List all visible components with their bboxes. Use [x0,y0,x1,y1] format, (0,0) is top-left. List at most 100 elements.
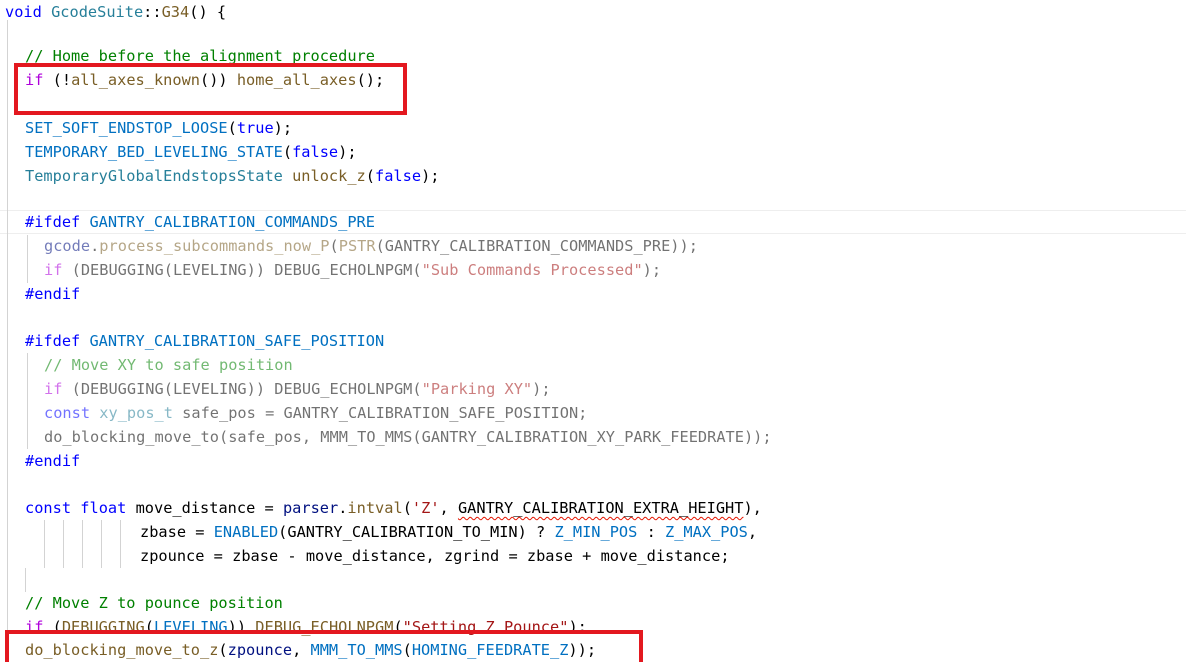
code-token: ( [227,119,237,137]
code-token: SET_SOFT_ENDSTOP_LOOSE [25,119,228,137]
code-token: #ifdef [25,332,90,350]
code-token: const [25,499,72,517]
code-token: ( [365,167,375,185]
code-string: "Parking XY" [421,380,533,398]
code-token: = [499,547,527,565]
code-token: ( [62,261,81,279]
code-token: GcodeSuite [51,3,144,21]
code-token: GANTRY_CALIBRATION_COMMANDS_PRE [89,213,375,231]
code-token: (GANTRY_CALIBRATION_COMMANDS_PRE)); [375,237,698,255]
code-line[interactable]: SET_SOFT_ENDSTOP_LOOSE(true); [25,116,292,140]
code-token: ( [412,261,422,279]
indent-guide [63,520,64,568]
code-token: float [80,499,127,517]
code-token: false [375,167,422,185]
code-token: ENABLED [213,523,279,541]
code-token: false [292,143,339,161]
code-token: move_distance [135,499,256,517]
code-line[interactable]: #ifdef GANTRY_CALIBRATION_COMMANDS_PRE [25,210,375,234]
code-token: :: [143,3,162,21]
code-token: ; [720,547,730,565]
indent-guide [27,235,28,283]
code-token: Z_MIN_POS [554,523,638,541]
code-line[interactable]: #endif [25,449,80,473]
code-token: move_distance [600,547,721,565]
code-token: DEBUG_ECHOLNPGM [274,380,413,398]
code-token: ); [532,380,551,398]
code-string: "Sub Commands Processed" [421,261,643,279]
code-token: , [747,523,758,541]
code-line[interactable]: do_blocking_move_to(safe_pos, MMM_TO_MMS… [44,425,772,449]
indent-guide [82,520,83,568]
code-line[interactable]: const xy_pos_t safe_pos = GANTRY_CALIBRA… [44,401,587,425]
code-comment: // Move XY to safe position [44,356,293,374]
code-token: (GANTRY_CALIBRATION_XY_PARK_FEEDRATE)); [412,428,772,446]
code-editor[interactable]: void GcodeSuite::G34() { // Home before … [0,0,1186,662]
code-token: = [204,547,233,565]
code-token: const [44,404,91,422]
code-token: #endif [25,285,81,303]
code-token: . [90,237,100,255]
code-line[interactable]: if (DEBUGGING(LEVELING)) DEBUG_ECHOLNPGM… [44,377,551,401]
code-token: DEBUGGING [80,380,164,398]
code-token: , [439,499,458,517]
code-token: gcode [44,237,91,255]
code-line[interactable]: const float move_distance = parser.intva… [25,496,762,520]
code-line[interactable]: TemporaryGlobalEndstopsState unlock_z(fa… [25,164,439,188]
code-token: ); [421,167,440,185]
code-token: (safe_pos, [218,428,321,446]
code-token: void [5,3,52,21]
code-line[interactable]: zbase = ENABLED(GANTRY_CALIBRATION_TO_MI… [140,520,757,544]
code-token: TemporaryGlobalEndstopsState [25,167,283,185]
code-token: = [255,499,283,517]
code-token: true [236,119,274,137]
code-token: (GANTRY_CALIBRATION_TO_MIN) ? [278,523,555,541]
code-token: ( [62,380,81,398]
code-line[interactable]: zpounce = zbase - move_distance, zgrind … [140,544,730,568]
code-token: ( [402,499,412,517]
code-token: = [186,523,214,541]
code-line[interactable]: void GcodeSuite::G34() { [5,0,226,24]
code-token: parser [282,499,339,517]
code-token: () { [189,3,227,21]
code-line[interactable]: #endif [25,282,80,306]
code-token: unlock_z [292,167,366,185]
code-line[interactable]: #ifdef GANTRY_CALIBRATION_SAFE_POSITION [25,329,384,353]
code-token: move_distance [305,547,426,565]
code-token: ), [743,499,762,517]
code-token: if [44,261,63,279]
code-token: ); [338,143,357,161]
code-line[interactable]: TEMPORARY_BED_LEVELING_STATE(false); [25,140,357,164]
code-token-error[interactable]: GANTRY_CALIBRATION_EXTRA_HEIGHT [458,499,744,517]
code-token: TEMPORARY_BED_LEVELING_STATE [25,143,283,161]
code-token: : [637,523,665,541]
indent-guide [101,520,102,568]
code-token: + [572,547,601,565]
code-token: Z_MAX_POS [665,523,748,541]
code-comment: // Move Z to pounce position [25,594,283,612]
code-token: zbase [140,523,187,541]
code-token: ); [273,119,293,137]
code-line[interactable]: if (DEBUGGING(LEVELING)) DEBUG_ECHOLNPGM… [44,258,661,282]
code-token: G34 [161,3,190,21]
code-token: if [44,380,63,398]
code-token: (LEVELING)) [163,380,275,398]
code-token: zpounce [140,547,205,565]
code-token: - [278,547,306,565]
code-token: ( [412,380,422,398]
code-token: (LEVELING)) [163,261,275,279]
code-line[interactable]: // Move XY to safe position [44,353,293,377]
code-token: intval [347,499,403,517]
code-token: xy_pos_t [99,404,173,422]
code-line[interactable]: gcode.process_subcommands_now_P(PSTR(GAN… [44,234,698,258]
code-token: GANTRY_CALIBRATION_SAFE_POSITION [89,332,385,350]
code-token: do_blocking_move_to [44,428,219,446]
code-line[interactable]: // Move Z to pounce position [25,591,283,615]
code-token: safe_pos = GANTRY_CALIBRATION_SAFE_POSIT… [172,404,588,422]
code-token: PSTR [338,237,376,255]
indent-guide [7,20,8,662]
